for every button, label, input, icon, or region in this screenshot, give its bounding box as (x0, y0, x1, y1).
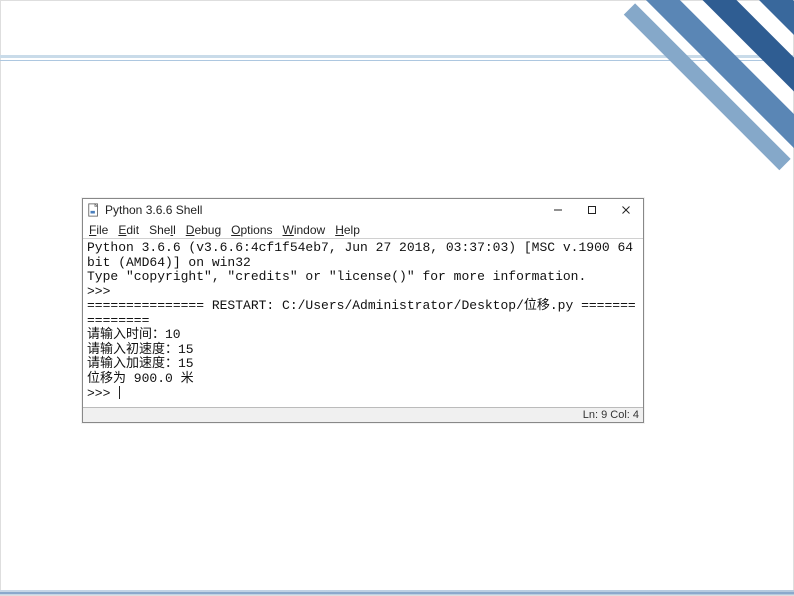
status-position: Ln: 9 Col: 4 (583, 409, 639, 421)
maximize-button[interactable] (575, 199, 609, 221)
minimize-button[interactable] (541, 199, 575, 221)
menu-edit[interactable]: Edit (118, 223, 139, 237)
shell-line: bit (AMD64)] on win32 (87, 255, 251, 270)
bottom-decoration-line (0, 592, 794, 594)
shell-line: =============== RESTART: C:/Users/Admini… (87, 298, 636, 313)
menu-file[interactable]: File (89, 223, 108, 237)
window-controls (541, 199, 643, 221)
shell-prompt: >>> (87, 284, 118, 299)
menu-help[interactable]: Help (335, 223, 360, 237)
menu-debug[interactable]: Debug (186, 223, 221, 237)
titlebar[interactable]: Python 3.6.6 Shell (83, 199, 643, 221)
menubar: File Edit Shell Debug Options Window Hel… (83, 221, 643, 239)
menu-window[interactable]: Window (283, 223, 326, 237)
statusbar: Ln: 9 Col: 4 (83, 407, 643, 422)
shell-line: Python 3.6.6 (v3.6.6:4cf1f54eb7, Jun 27 … (87, 240, 633, 255)
shell-line: 请输入初速度：15 (87, 342, 194, 357)
shell-line: ======== (87, 313, 149, 328)
corner-chevron-decoration (588, 0, 794, 206)
python-shell-window: Python 3.6.6 Shell File Edit Shell Debug… (82, 198, 644, 423)
menu-shell[interactable]: Shell (149, 223, 176, 237)
shell-line: 请输入加速度：15 (87, 356, 194, 371)
shell-line: 位移为 900.0 米 (87, 371, 194, 386)
shell-content[interactable]: Python 3.6.6 (v3.6.6:4cf1f54eb7, Jun 27 … (83, 239, 643, 407)
close-button[interactable] (609, 199, 643, 221)
text-cursor (119, 386, 120, 399)
shell-line: 请输入时间：10 (87, 327, 181, 342)
menu-options[interactable]: Options (231, 223, 272, 237)
python-file-icon (87, 203, 101, 217)
shell-prompt: >>> (87, 386, 118, 401)
window-title: Python 3.6.6 Shell (105, 203, 202, 217)
shell-line: Type "copyright", "credits" or "license(… (87, 269, 586, 284)
